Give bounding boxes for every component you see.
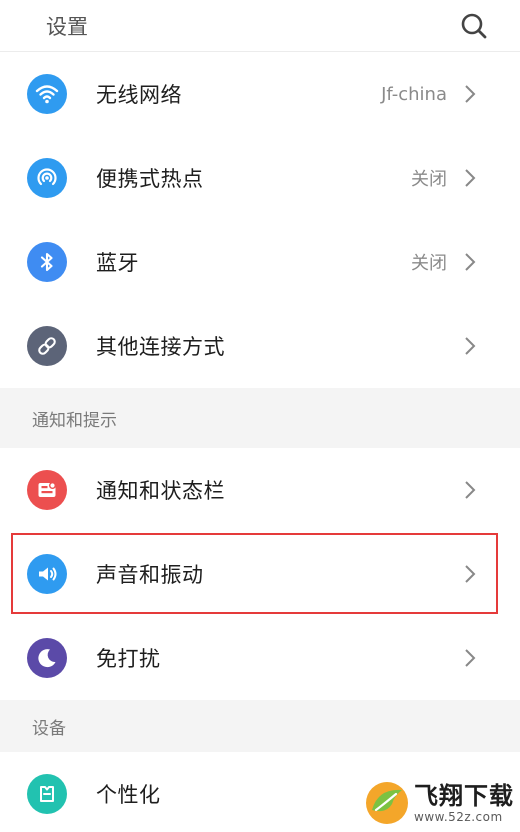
settings-item-label: 蓝牙 (96, 251, 139, 275)
chevron-right-icon (463, 335, 477, 357)
app-header: 设置 (0, 0, 520, 52)
moon-icon (27, 638, 67, 678)
settings-item-label: 无线网络 (96, 83, 182, 107)
watermark-logo-icon (366, 782, 408, 824)
settings-screen: 设置 无线网络 Jf-china 便携式热点 关闭 蓝牙 关闭 其他连接方式 通… (0, 0, 520, 832)
bluetooth-status-value: 关闭 (411, 253, 447, 274)
wifi-network-value: Jf-china (381, 83, 447, 105)
settings-item-notification-status-bar[interactable]: 通知和状态栏 (0, 448, 520, 532)
hotspot-status-value: 关闭 (411, 169, 447, 190)
watermark-text: 飞翔下载 www.52z.com (414, 784, 514, 823)
chevron-right-icon (463, 647, 477, 669)
notification-icon (27, 470, 67, 510)
section-header-notifications: 通知和提示 (0, 388, 520, 448)
settings-item-label: 声音和振动 (96, 563, 204, 587)
settings-item-wifi[interactable]: 无线网络 Jf-china (0, 52, 520, 136)
wifi-icon (27, 74, 67, 114)
page-title: 设置 (46, 14, 88, 39)
chevron-right-icon (463, 83, 477, 105)
speaker-icon (27, 554, 67, 594)
bluetooth-icon (27, 242, 67, 282)
settings-item-label: 便携式热点 (96, 167, 204, 191)
settings-item-label: 通知和状态栏 (96, 479, 225, 503)
chevron-right-icon (463, 479, 477, 501)
watermark-url: www.52z.com (414, 809, 503, 824)
settings-item-label: 其他连接方式 (96, 335, 225, 359)
link-icon (27, 326, 67, 366)
settings-item-bluetooth[interactable]: 蓝牙 关闭 (0, 220, 520, 304)
watermark: 飞翔下载 www.52z.com (364, 778, 514, 828)
search-icon (461, 13, 487, 38)
settings-item-sound-vibration[interactable]: 声音和振动 (0, 532, 520, 616)
personalization-icon (27, 774, 67, 814)
chevron-right-icon (463, 251, 477, 273)
hotspot-icon (27, 158, 67, 198)
settings-item-do-not-disturb[interactable]: 免打扰 (0, 616, 520, 700)
settings-item-hotspot[interactable]: 便携式热点 关闭 (0, 136, 520, 220)
settings-item-other-connections[interactable]: 其他连接方式 (0, 304, 520, 388)
settings-item-label: 免打扰 (96, 647, 161, 671)
search-button[interactable] (456, 8, 492, 44)
chevron-right-icon (463, 167, 477, 189)
watermark-title: 飞翔下载 (414, 781, 514, 810)
chevron-right-icon (463, 563, 477, 585)
section-header-device: 设备 (0, 700, 520, 752)
